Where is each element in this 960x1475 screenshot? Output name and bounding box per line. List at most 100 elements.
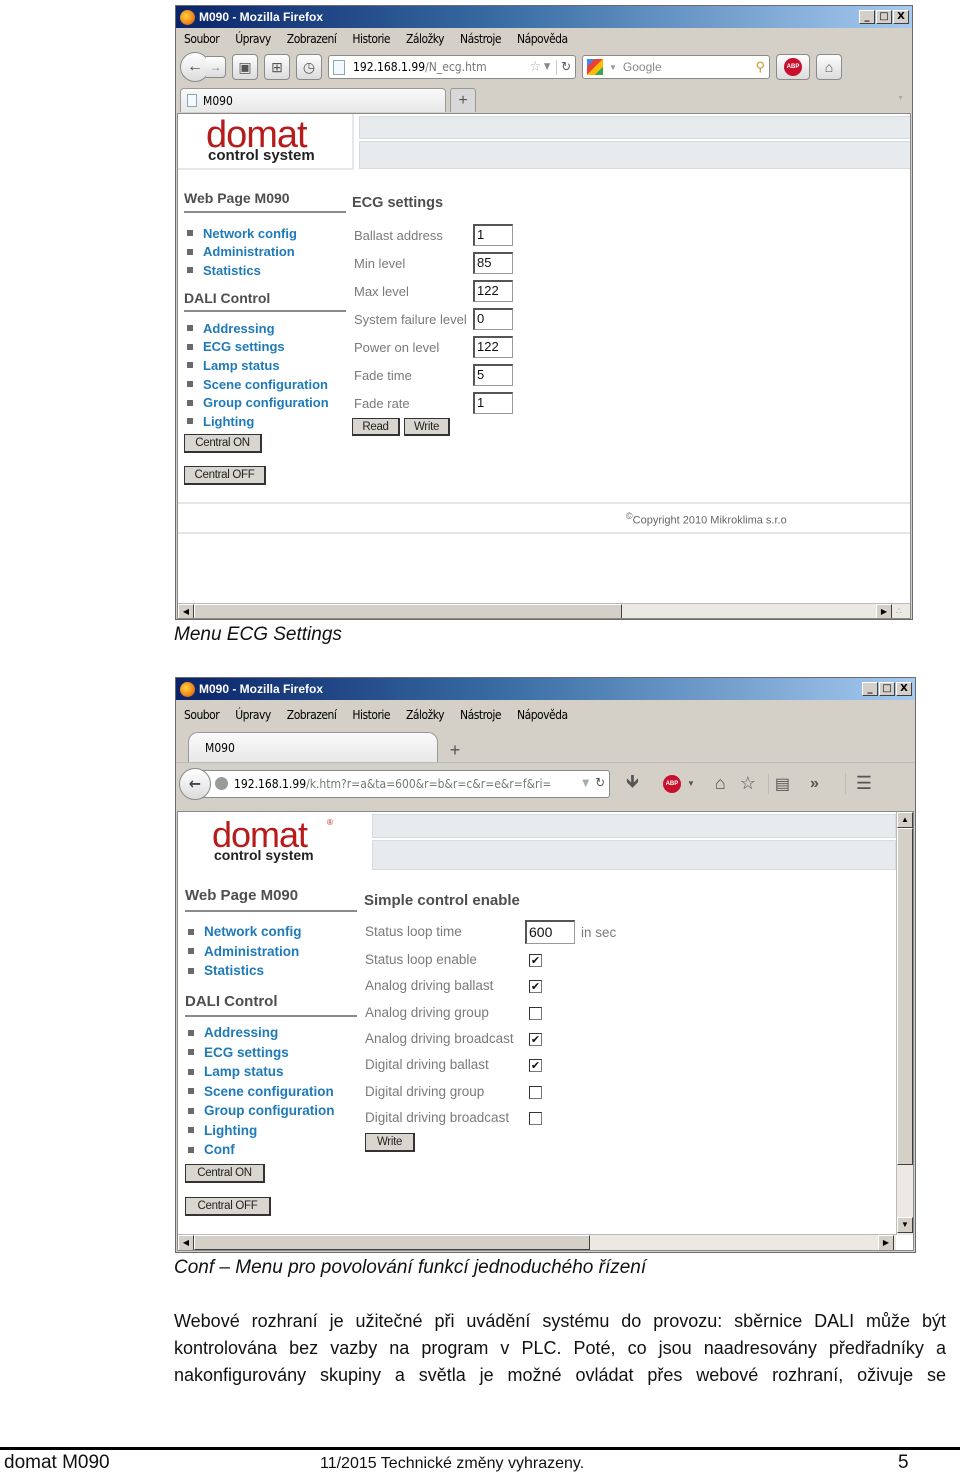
field-input[interactable]: 122 xyxy=(473,336,513,358)
back-button[interactable]: ← xyxy=(179,767,211,800)
checkbox[interactable]: ✔ xyxy=(529,1059,542,1073)
sidebar-item-network-config[interactable]: Network config xyxy=(184,224,297,243)
status-loop-time-input[interactable]: 600 xyxy=(525,920,575,944)
menu-nastroje[interactable]: Nástroje xyxy=(460,32,501,46)
url-bar[interactable]: 192.168.1.99/N_ecg.htm ☆ ▼ ↻ xyxy=(328,55,576,79)
sidebar-item-addressing[interactable]: Addressing xyxy=(185,1023,335,1043)
maximize-button[interactable]: □ xyxy=(876,10,892,24)
sidebar-item-ecg-settings[interactable]: ECG settings xyxy=(184,338,329,357)
scroll-left-button[interactable]: ◀ xyxy=(178,604,194,618)
horizontal-scrollbar[interactable]: ◀ ▶ xyxy=(178,1234,896,1250)
url-bar[interactable]: ← 192.168.1.99/k.htm?r=a&ta=600&r=b&r=c&… xyxy=(179,767,610,800)
sidebar-item-network-config[interactable]: Network config xyxy=(185,922,302,942)
bookmark-star-icon[interactable]: ☆ xyxy=(530,59,541,75)
sidebar-item-statistics[interactable]: Statistics xyxy=(185,961,302,981)
checkbox[interactable]: ✔ xyxy=(529,980,542,994)
sidebar-item-lamp-status[interactable]: Lamp status xyxy=(185,1062,335,1082)
sidebar-item-group-configuration[interactable]: Group configuration xyxy=(184,393,329,412)
scroll-thumb[interactable] xyxy=(194,1235,590,1250)
history-dropdown-icon[interactable]: ▼ xyxy=(582,778,589,789)
adblock-icon[interactable]: ABP xyxy=(662,774,681,793)
menu-napoveda[interactable]: Nápověda xyxy=(517,32,568,46)
write-button[interactable]: Write xyxy=(365,1133,415,1152)
vertical-scrollbar[interactable]: ▲ ▼ xyxy=(896,812,913,1235)
close-button[interactable]: X xyxy=(893,10,909,24)
menu-historie[interactable]: Historie xyxy=(352,32,390,46)
tab-m090[interactable]: M090 xyxy=(180,88,446,112)
checkbox[interactable] xyxy=(529,1085,542,1099)
hamburger-menu-icon[interactable]: ☰ xyxy=(844,773,872,794)
new-tab-button[interactable]: + xyxy=(450,88,476,112)
scroll-down-button[interactable]: ▼ xyxy=(897,1217,913,1233)
scroll-thumb-vertical[interactable] xyxy=(897,828,913,1165)
write-button[interactable]: Write xyxy=(404,418,450,436)
sidebar-item-administration[interactable]: Administration xyxy=(185,942,302,962)
field-input[interactable]: 122 xyxy=(473,280,513,302)
scroll-right-button[interactable]: ▶ xyxy=(876,604,892,618)
menu-soubor[interactable]: Soubor xyxy=(184,32,220,46)
sidebar-item-addressing[interactable]: Addressing xyxy=(184,319,329,338)
new-window-button[interactable]: ⊞ xyxy=(264,54,290,80)
checkbox[interactable]: ✔ xyxy=(529,954,542,967)
menu-zalozky[interactable]: Záložky xyxy=(406,708,445,722)
scroll-left-button[interactable]: ◀ xyxy=(178,1235,194,1250)
menu-upravy[interactable]: Úpravy xyxy=(235,708,271,722)
menu-nastroje[interactable]: Nástroje xyxy=(460,708,501,722)
checkbox[interactable] xyxy=(529,1006,542,1020)
sidebar-item-lighting[interactable]: Lighting xyxy=(184,412,329,431)
reload-icon[interactable]: ↻ xyxy=(556,59,571,75)
search-magnifier-icon[interactable]: ⚲ xyxy=(755,59,765,75)
field-input[interactable]: 0 xyxy=(473,308,513,330)
resize-grip-icon[interactable]: ∴ xyxy=(896,606,902,617)
search-engine-dropdown-icon[interactable]: ▼ xyxy=(609,63,617,72)
sidebar-item-scene-configuration[interactable]: Scene configuration xyxy=(184,375,329,394)
tab-list-icon[interactable]: ▼ xyxy=(897,95,904,102)
sidebar-item-lighting[interactable]: Lighting xyxy=(185,1121,335,1141)
overflow-chevron-icon[interactable]: » xyxy=(810,775,819,793)
home-button[interactable]: ⌂ xyxy=(816,54,842,80)
field-input[interactable]: 5 xyxy=(473,364,513,386)
adblock-dropdown-icon[interactable]: ▼ xyxy=(687,779,695,788)
download-icon[interactable]: 🡻 xyxy=(626,769,639,799)
sidebar-item-ecg-settings[interactable]: ECG settings xyxy=(185,1043,335,1063)
sidebar-item-conf[interactable]: Conf xyxy=(185,1140,335,1160)
history-button[interactable]: ◷ xyxy=(296,54,322,80)
checkbox[interactable] xyxy=(529,1111,542,1125)
sidebar-item-lamp-status[interactable]: Lamp status xyxy=(184,356,329,375)
scroll-up-button[interactable]: ▲ xyxy=(897,812,913,828)
scroll-thumb[interactable] xyxy=(194,604,622,618)
scroll-right-button[interactable]: ▶ xyxy=(878,1235,894,1250)
dropdown-arrow-icon[interactable]: ▼ xyxy=(544,62,550,72)
field-input[interactable]: 1 xyxy=(473,224,513,246)
checkbox[interactable]: ✔ xyxy=(529,1032,542,1046)
sidebar-item-scene-configuration[interactable]: Scene configuration xyxy=(185,1082,335,1102)
forward-button[interactable]: → xyxy=(206,56,226,78)
menu-zalozky[interactable]: Záložky xyxy=(406,32,445,46)
maximize-button[interactable]: □ xyxy=(879,682,895,696)
sidebar-item-statistics[interactable]: Statistics xyxy=(184,261,297,280)
downloads-button[interactable]: ▣ xyxy=(232,54,258,80)
minimize-button[interactable]: _ xyxy=(862,682,878,696)
bookmarks-list-icon[interactable]: ▤ xyxy=(767,773,790,794)
adblock-button[interactable]: ABP xyxy=(776,54,810,80)
menu-zobrazeni[interactable]: Zobrazení xyxy=(287,32,337,46)
menu-soubor[interactable]: Soubor xyxy=(184,708,220,722)
sidebar-item-administration[interactable]: Administration xyxy=(184,243,297,262)
new-tab-button[interactable]: + xyxy=(442,738,468,762)
menu-historie[interactable]: Historie xyxy=(352,708,390,722)
search-box[interactable]: ▼ Google ⚲ xyxy=(582,55,770,79)
home-icon[interactable]: ⌂ xyxy=(715,773,726,794)
horizontal-scrollbar[interactable]: ◀ ▶ ∴ xyxy=(178,603,910,618)
minimize-button[interactable]: _ xyxy=(859,10,875,24)
field-input[interactable]: 1 xyxy=(473,392,513,414)
central-off-button[interactable]: Central OFF xyxy=(185,1197,271,1216)
menu-zobrazeni[interactable]: Zobrazení xyxy=(287,708,337,722)
field-input[interactable]: 85 xyxy=(473,252,513,274)
read-button[interactable]: Read xyxy=(352,418,400,436)
menu-napoveda[interactable]: Nápověda xyxy=(517,708,568,722)
sidebar-item-group-configuration[interactable]: Group configuration xyxy=(185,1101,335,1121)
central-off-button[interactable]: Central OFF xyxy=(184,466,266,485)
tab-m090[interactable]: M090 xyxy=(188,732,438,762)
menu-upravy[interactable]: Úpravy xyxy=(235,32,271,46)
reload-icon[interactable]: ↻ xyxy=(595,776,605,791)
